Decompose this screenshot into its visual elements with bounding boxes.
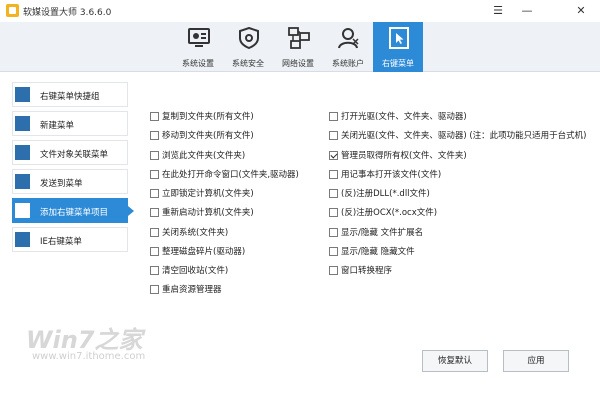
option-label: 在此处打开命令窗口(文件夹,驱动器)	[162, 170, 299, 180]
option-label: 浏览此文件夹(文件夹)	[162, 151, 246, 161]
checkbox-box[interactable]	[150, 208, 159, 217]
title-bar: 软媒设置大师 3.6.6.0 ☰ — ✕	[0, 0, 600, 22]
tab-label: 右键菜单	[382, 59, 414, 68]
checkbox-box[interactable]	[329, 112, 338, 121]
checkbox-box[interactable]	[329, 151, 338, 160]
checkbox-box[interactable]	[329, 170, 338, 179]
checkbox-box[interactable]	[329, 208, 338, 217]
monitor-icon	[188, 28, 210, 47]
shield-gear-icon	[239, 27, 259, 49]
option-label: (反)注册OCX(*.ocx文件)	[341, 208, 438, 218]
tab-network-settings[interactable]: 网络设置	[273, 22, 323, 72]
option-label: 移动到文件夹(所有文件)	[162, 131, 254, 141]
tab-system-security[interactable]: 系统安全	[223, 22, 273, 72]
checkbox-box[interactable]	[150, 247, 159, 256]
checkbox-box[interactable]	[329, 189, 338, 198]
checkbox-box[interactable]	[150, 285, 159, 294]
file-association-icon	[15, 145, 30, 160]
option-label: 打开光驱(文件、文件夹、驱动器)	[341, 112, 467, 122]
sidebar-item-label: 添加右键菜单项目	[40, 208, 109, 218]
tab-system-accounts[interactable]: 系统账户	[323, 22, 373, 72]
apply-button[interactable]: 应用	[503, 350, 569, 372]
sidebar-item-add-context-item[interactable]: 添加右键菜单项目	[12, 198, 134, 223]
app-logo-icon	[6, 4, 19, 17]
tab-label: 系统设置	[182, 59, 214, 68]
minimize-icon[interactable]: —	[512, 0, 542, 22]
checkbox-box[interactable]	[329, 266, 338, 275]
sidebar-item-label: IE右键菜单	[40, 237, 82, 247]
watermark-url: www.win7.ithome.com	[32, 351, 146, 362]
checkbox-box[interactable]	[329, 247, 338, 256]
checkbox-box[interactable]	[150, 266, 159, 275]
sidebar-item-quick-group[interactable]: 右键菜单快捷组	[12, 82, 128, 107]
tab-context-menu[interactable]: 右键菜单	[373, 22, 423, 72]
new-menu-icon	[15, 116, 30, 131]
sidebar-item-file-association[interactable]: 文件对象关联菜单	[12, 140, 128, 165]
add-item-icon	[15, 203, 30, 218]
option-label: 立即锁定计算机(文件夹)	[162, 189, 254, 199]
menu-icon[interactable]: ☰	[483, 0, 513, 22]
checkbox-box[interactable]	[150, 170, 159, 179]
sidebar-item-new-menu[interactable]: 新建菜单	[12, 111, 128, 136]
top-nav: 系统设置 系统安全 网络设置 系统账户 右键菜单	[0, 22, 600, 72]
sidebar-item-label: 新建菜单	[40, 121, 75, 131]
checkbox-box[interactable]	[150, 112, 159, 121]
checkbox-box[interactable]	[150, 151, 159, 160]
close-icon[interactable]: ✕	[566, 0, 596, 22]
watermark: Win7之家 www.win7.ithome.com	[26, 320, 145, 362]
option-label: 关闭光驱(文件、文件夹、驱动器) (注：此项功能只适用于台式机)	[341, 131, 587, 141]
option-label: 管理员取得所有权(文件、文件夹)	[341, 151, 467, 161]
option-label: 复制到文件夹(所有文件)	[162, 112, 254, 122]
checkbox-box[interactable]	[150, 189, 159, 198]
restore-defaults-button[interactable]: 恢复默认	[422, 350, 488, 372]
option-label: 显示/隐藏 隐藏文件	[341, 247, 415, 257]
sidebar: 右键菜单快捷组 新建菜单 文件对象关联菜单 发送到菜单 添加右键菜单项目 IE右…	[12, 82, 134, 256]
cursor-icon	[389, 27, 409, 49]
option-label: 显示/隐藏 文件扩展名	[341, 228, 424, 238]
tab-system-settings[interactable]: 系统设置	[173, 22, 223, 72]
ie-icon	[15, 232, 30, 247]
send-to-icon	[15, 174, 30, 189]
checkbox-box[interactable]	[329, 228, 338, 237]
checkbox-box[interactable]	[329, 131, 338, 140]
tab-label: 系统账户	[332, 59, 364, 68]
option-label: 用记事本打开该文件(文件)	[341, 170, 442, 180]
option-label: 关闭系统(文件夹)	[162, 228, 229, 238]
option-label: 重新启动计算机(文件夹)	[162, 208, 254, 218]
sidebar-item-label: 发送到菜单	[40, 179, 83, 189]
user-icon	[338, 28, 359, 49]
network-icon	[288, 27, 310, 49]
window-title: 软媒设置大师 3.6.6.0	[23, 8, 112, 18]
option-label: (反)注册DLL(*.dll文件)	[341, 189, 430, 199]
sidebar-item-label: 文件对象关联菜单	[40, 150, 109, 160]
option-label: 清空回收站(文件)	[162, 266, 229, 276]
tab-label: 系统安全	[232, 59, 264, 68]
tab-label: 网络设置	[282, 59, 314, 68]
sidebar-item-ie-menu[interactable]: IE右键菜单	[12, 227, 128, 252]
watermark-logo: Win7之家	[26, 326, 143, 354]
checkbox-box[interactable]	[150, 131, 159, 140]
checkbox-box[interactable]	[150, 228, 159, 237]
quick-group-icon	[15, 87, 30, 102]
option-label: 窗口转换程序	[341, 266, 393, 276]
sidebar-item-send-to[interactable]: 发送到菜单	[12, 169, 128, 194]
sidebar-item-label: 右键菜单快捷组	[40, 92, 100, 102]
option-label: 整理磁盘碎片(驱动器)	[162, 247, 246, 257]
option-label: 重启资源管理器	[162, 285, 222, 295]
